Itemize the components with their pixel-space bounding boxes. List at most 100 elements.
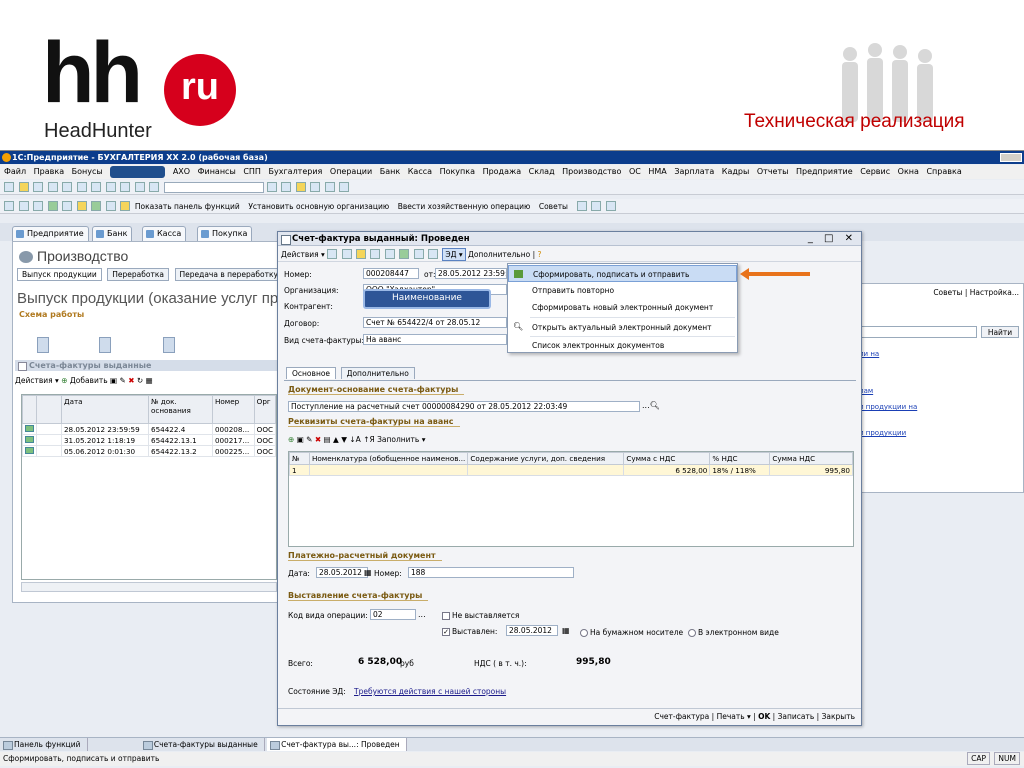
menu-enterprise[interactable]: Предприятие — [796, 167, 853, 176]
toolbar-search-input[interactable] — [164, 182, 265, 193]
invoice-button[interactable]: Счет-фактура — [654, 712, 709, 721]
menu-item-form-new-ed[interactable]: Сформировать новый электронный документ — [508, 299, 737, 316]
undo-icon[interactable] — [120, 182, 131, 192]
menu-windows[interactable]: Окна — [898, 167, 919, 176]
tips-link[interactable]: Советы — [933, 288, 962, 297]
electronic-radio[interactable]: В электронном виде — [688, 628, 779, 637]
document-icon[interactable] — [355, 249, 366, 259]
menu-purchase[interactable]: Покупка — [440, 167, 475, 176]
tab-bank[interactable]: Банк — [92, 226, 133, 241]
column-number[interactable]: Номер — [211, 395, 255, 424]
row-vat-rate[interactable]: 18% / 118% — [709, 464, 771, 476]
print-menu[interactable]: Печать — [717, 712, 745, 721]
info-link[interactable]: ии на — [859, 350, 879, 358]
column-vat-rate[interactable]: % НДС — [709, 452, 771, 465]
not-issued-checkbox[interactable]: Не выставляется — [442, 611, 519, 620]
task-invoice-form[interactable]: Счет-фактура вы...: Проведен — [267, 738, 407, 751]
open-icon[interactable] — [18, 182, 29, 192]
preview-icon[interactable] — [105, 182, 116, 192]
row-content[interactable] — [467, 464, 625, 476]
save-icon[interactable] — [33, 182, 44, 192]
menu-nma[interactable]: НМА — [648, 167, 666, 176]
menu-operations[interactable]: Операции — [330, 167, 372, 176]
calendar-icon[interactable]: ▦ — [562, 626, 570, 635]
settings-icon[interactable] — [105, 201, 116, 211]
journal-icon[interactable] — [18, 201, 29, 211]
invoice-kind-field[interactable]: На аванс — [363, 334, 507, 345]
sort-asc-icon[interactable]: ↓A — [349, 435, 360, 444]
column-sum-with-vat[interactable]: Сумма с НДС — [623, 452, 711, 465]
window-controls[interactable] — [1000, 153, 1022, 162]
docs-icon[interactable] — [4, 201, 14, 211]
calendar-icon[interactable] — [310, 182, 321, 192]
show-functions-panel-button[interactable]: Показать панель функций — [135, 202, 240, 211]
document-icon[interactable] — [163, 337, 175, 353]
find-button[interactable]: Найти — [981, 326, 1019, 338]
menu-item-ed-list[interactable]: Список электронных документов — [508, 337, 737, 354]
more-menu[interactable]: Дополнительно — [468, 250, 530, 259]
menu-reports[interactable]: Отчеты — [757, 167, 789, 176]
tab-enterprise[interactable]: Предприятие — [12, 226, 89, 241]
payment-number-field[interactable]: 188 — [408, 567, 574, 578]
subtab-processing[interactable]: Переработка — [107, 268, 169, 281]
invoices-list-header[interactable]: Счета-фактуры выданные — [15, 360, 277, 371]
menu-accounting[interactable]: Бухгалтерия — [269, 167, 323, 176]
dialog-window-controls[interactable]: _ □ ✕ — [808, 232, 857, 246]
column-date[interactable]: Дата — [60, 395, 150, 424]
fill-menu[interactable]: Заполнить — [377, 435, 419, 444]
subtab-transfer[interactable]: Передача в переработку — [174, 268, 283, 281]
column-content[interactable]: Содержание услуги, доп. сведения — [467, 452, 625, 465]
subtab-output[interactable]: Выпуск продукции — [17, 268, 102, 281]
menu-finance[interactable]: Финансы — [198, 167, 236, 176]
menu-item-resend[interactable]: Отправить повторно — [508, 282, 737, 299]
delete-icon[interactable]: ✖ — [315, 435, 321, 444]
contract-field[interactable]: Счет № 654422/4 от 28.05.12 — [363, 317, 507, 328]
column-vat-sum[interactable]: Сумма НДС — [769, 452, 853, 465]
menu-hr[interactable]: Кадры — [722, 167, 750, 176]
report-icon[interactable] — [62, 201, 73, 211]
opcode-select-button[interactable]: ... — [418, 610, 426, 619]
help-icon[interactable] — [120, 201, 131, 211]
table-row[interactable]: 28.05.2012 23:59:59 654422.4 000208... О… — [22, 423, 277, 435]
menu-bonuses[interactable]: Бонусы — [72, 167, 103, 176]
actions-menu[interactable]: Действия — [15, 376, 53, 385]
close-button[interactable]: Закрыть — [822, 712, 855, 721]
menu-os[interactable]: ОС — [629, 167, 641, 176]
document-icon[interactable] — [99, 337, 111, 353]
movement-icon[interactable] — [384, 249, 395, 259]
opcode-field[interactable]: 02 — [370, 609, 416, 620]
row-sum[interactable]: 6 528,00 — [623, 464, 711, 476]
add-button[interactable]: Добавить — [70, 376, 108, 385]
window-icon[interactable] — [605, 201, 616, 211]
menu-salary[interactable]: Зарплата — [674, 167, 714, 176]
help-icon[interactable]: ? — [537, 250, 541, 259]
new-icon[interactable] — [4, 182, 14, 192]
analysis-icon[interactable] — [76, 201, 87, 211]
date-field[interactable]: 28.05.2012 23:59:59 — [435, 268, 507, 279]
task-functions-panel[interactable]: Панель функций — [0, 738, 88, 751]
report-icon[interactable] — [413, 249, 424, 259]
check-icon[interactable] — [91, 201, 102, 211]
copy-icon[interactable]: ▣ — [297, 435, 304, 444]
tips-button[interactable]: Советы — [539, 202, 568, 211]
horizontal-scrollbar[interactable] — [21, 582, 277, 592]
ok-button[interactable]: OK — [758, 712, 770, 721]
menu-item-open-current-ed[interactable]: 🔍︎ Открыть актуальный электронный докумен… — [508, 319, 737, 336]
document-icon[interactable] — [37, 337, 49, 353]
edit-icon[interactable]: ✎ — [120, 376, 126, 385]
table-row[interactable]: 1 6 528,00 18% / 118% 995,80 — [289, 464, 853, 476]
structure-icon[interactable] — [370, 249, 381, 259]
task-invoices-list[interactable]: Счета-фактуры выданные — [140, 738, 265, 751]
save-button[interactable]: Записать — [778, 712, 815, 721]
redo-icon[interactable] — [134, 182, 145, 192]
info-icon[interactable] — [295, 182, 306, 192]
copy-icon[interactable]: ▣ — [110, 376, 117, 385]
calendar-icon[interactable]: ▦ — [364, 568, 372, 577]
menu-service[interactable]: Сервис — [860, 167, 890, 176]
search-icon[interactable] — [149, 182, 160, 192]
tab-additional[interactable]: Дополнительно — [340, 367, 415, 379]
tab-cash[interactable]: Касса — [142, 226, 187, 241]
dt-kt-icon[interactable] — [399, 249, 410, 259]
add-icon[interactable]: ⊕ — [61, 376, 67, 385]
filter-icon[interactable]: ▦ — [146, 376, 153, 385]
